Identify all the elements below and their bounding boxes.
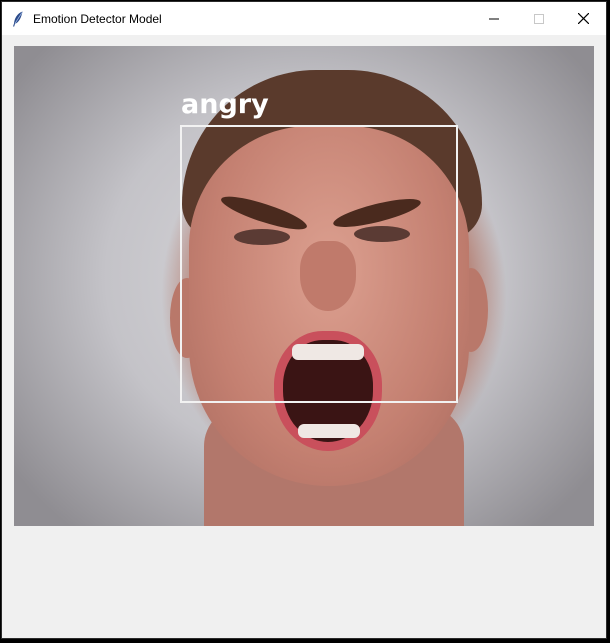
minimize-icon	[488, 18, 499, 19]
lower-teeth-shape	[298, 424, 360, 438]
feather-icon	[12, 10, 26, 28]
minimize-button[interactable]	[471, 2, 516, 35]
title-bar[interactable]: Emotion Detector Model	[2, 2, 606, 35]
window-controls	[471, 2, 606, 35]
maximize-button[interactable]	[516, 2, 561, 35]
face-bounding-box	[180, 125, 458, 403]
window-title: Emotion Detector Model	[33, 11, 162, 26]
maximize-icon	[533, 13, 544, 24]
close-button[interactable]	[561, 2, 606, 35]
emotion-label: angry	[181, 89, 269, 120]
app-window: Emotion Detector Model angry	[1, 1, 607, 639]
close-icon	[578, 13, 589, 24]
camera-image: angry	[14, 46, 594, 526]
